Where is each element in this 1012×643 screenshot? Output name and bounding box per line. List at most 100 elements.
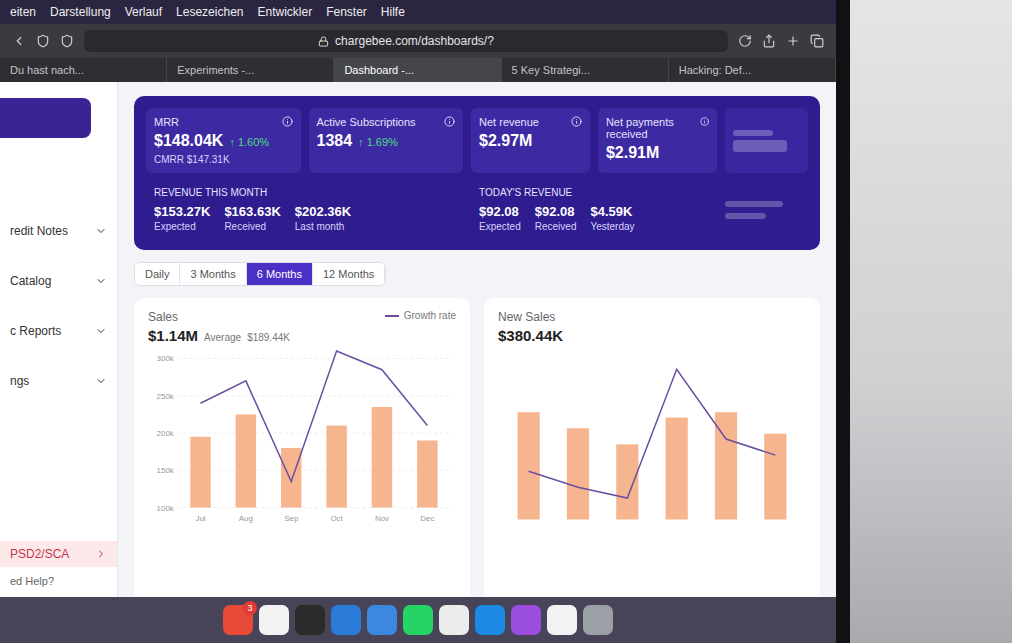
chevron-down-icon (95, 325, 107, 337)
app-icon[interactable] (259, 605, 289, 635)
info-icon[interactable] (571, 116, 582, 127)
x-label: Oct (330, 514, 343, 523)
menu-item[interactable]: Verlauf (125, 5, 162, 19)
address-bar[interactable]: chargebee.com/dashboards/? (84, 30, 728, 52)
chart-title-box: New Sales$380.44K (498, 310, 563, 344)
chart-average-label: Average (204, 332, 241, 343)
app-icon[interactable] (367, 605, 397, 635)
app-icon[interactable] (583, 605, 613, 635)
app-icon[interactable] (295, 605, 325, 635)
bar[interactable] (518, 412, 540, 519)
stats-card: MRR$148.04K↑ 1.60%CMRR $147.31KActive Su… (134, 96, 820, 250)
chart-total: $1.14M (148, 327, 198, 344)
chevron-down-icon (95, 375, 107, 387)
app-icon[interactable]: 3 (223, 605, 253, 635)
chevron-down-icon (95, 275, 107, 287)
bar[interactable] (190, 437, 210, 508)
info-icon[interactable] (282, 116, 293, 127)
share-icon[interactable] (762, 34, 776, 48)
revenue-value: $92.08 (479, 204, 521, 219)
bar[interactable] (236, 414, 256, 507)
bar[interactable] (764, 434, 786, 520)
sidebar-item[interactable]: c Reports (0, 318, 117, 344)
info-icon[interactable] (444, 116, 455, 127)
revenue-value: $92.08 (535, 204, 577, 219)
menu-item[interactable]: eiten (10, 5, 36, 19)
metric-tile[interactable]: Active Subscriptions 1384↑ 1.69% (309, 108, 464, 173)
shield-icon[interactable] (60, 34, 74, 48)
browser-tab[interactable]: Experiments -... (167, 58, 334, 82)
browser-tab[interactable]: 5 Key Strategi... (502, 58, 669, 82)
sidebar-item[interactable]: Catalog (0, 268, 117, 294)
sales-chart-card: Sales$1.14MAverage$189.44KGrowth rate300… (134, 298, 470, 597)
browser-tab[interactable]: Dashboard -... (334, 58, 501, 82)
brand-button[interactable] (0, 98, 91, 138)
bar[interactable] (281, 448, 301, 508)
range-tab[interactable]: 6 Months (247, 263, 313, 285)
sales-chart: 300k250k200k150k100kJulAugSepOctNovDec (148, 350, 456, 528)
help-link[interactable]: ed Help? (0, 567, 117, 587)
blurred-cell (725, 181, 808, 238)
menu-item[interactable]: Entwickler (257, 5, 312, 19)
app-icon[interactable] (511, 605, 541, 635)
browser-tab[interactable]: Du hast nach... (0, 58, 167, 82)
revenue-value: $153.27K (154, 204, 210, 219)
range-tabs: Daily3 Months6 Months12 Months (134, 262, 386, 286)
range-tab[interactable]: Daily (135, 263, 180, 285)
new-tab-icon[interactable] (786, 34, 800, 48)
shield-icon[interactable] (36, 34, 50, 48)
metric-tile[interactable]: Net payments received$2.91M (598, 108, 717, 173)
menu-item[interactable]: Lesezeichen (176, 5, 243, 19)
browser-tab[interactable]: Hacking: Def... (669, 58, 836, 82)
app-icon[interactable] (403, 605, 433, 635)
app-icon[interactable] (547, 605, 577, 635)
info-icon[interactable] (700, 116, 709, 127)
app-icon[interactable] (475, 605, 505, 635)
chart-title-box: Sales$1.14MAverage$189.44K (148, 310, 290, 344)
photo-frame: eiten Darstellung Verlauf Lesezeichen Entwic… (0, 0, 1012, 643)
background (850, 0, 1012, 643)
x-label: Nov (375, 514, 389, 523)
new-sales-chart (498, 350, 806, 528)
menu-item[interactable]: Fenster (326, 5, 367, 19)
revenue-group: REVENUE THIS MONTH$153.27KExpected$163.6… (146, 181, 463, 238)
app-icon[interactable] (331, 605, 361, 635)
metric-tile[interactable]: Net revenue$2.97M (471, 108, 590, 173)
sidebar-item[interactable]: ngs (0, 368, 117, 394)
x-label: Jul (195, 514, 205, 523)
metric-value: $2.91M (606, 144, 659, 162)
tabs-icon[interactable] (810, 34, 824, 48)
metric-tile[interactable]: MRR$148.04K↑ 1.60%CMRR $147.31K (146, 108, 301, 173)
metric-value: $148.04K (154, 132, 223, 150)
bar[interactable] (666, 418, 688, 520)
range-tab[interactable]: 12 Months (313, 263, 385, 285)
revenue-label: Yesterday (590, 221, 634, 232)
dashboard: MRR$148.04K↑ 1.60%CMRR $147.31KActive Su… (118, 82, 836, 597)
bar[interactable] (616, 444, 638, 519)
sidebar-item[interactable]: PSD2/SCA (0, 541, 117, 567)
range-tab[interactable]: 3 Months (180, 263, 246, 285)
revenue-label: Received (535, 221, 577, 232)
bar[interactable] (326, 426, 346, 508)
menu-item[interactable]: Hilfe (381, 5, 405, 19)
metric-change: ↑ 1.60% (229, 136, 269, 148)
lock-icon (318, 36, 329, 47)
chart-legend: Growth rate (385, 310, 456, 321)
menu-item[interactable]: Darstellung (50, 5, 111, 19)
metric-line: 1384↑ 1.69% (317, 132, 456, 150)
metric-label: Net revenue (479, 116, 539, 128)
back-icon[interactable] (12, 34, 26, 48)
tab-strip: Du hast nach...Experiments -...Dashboard… (0, 58, 836, 82)
blurred-text (733, 140, 787, 152)
app-icon[interactable] (439, 605, 469, 635)
chevron-right-icon (95, 548, 107, 560)
bar[interactable] (567, 428, 589, 519)
svg-text:150k: 150k (157, 466, 174, 475)
bar[interactable] (417, 440, 437, 507)
reload-icon[interactable] (738, 34, 752, 48)
charts-row: Sales$1.14MAverage$189.44KGrowth rate300… (134, 298, 820, 597)
metric-label: Active Subscriptions (317, 116, 416, 128)
bar[interactable] (372, 407, 392, 508)
revenue-label: Expected (154, 221, 210, 232)
sidebar-item[interactable]: redit Notes (0, 218, 117, 244)
